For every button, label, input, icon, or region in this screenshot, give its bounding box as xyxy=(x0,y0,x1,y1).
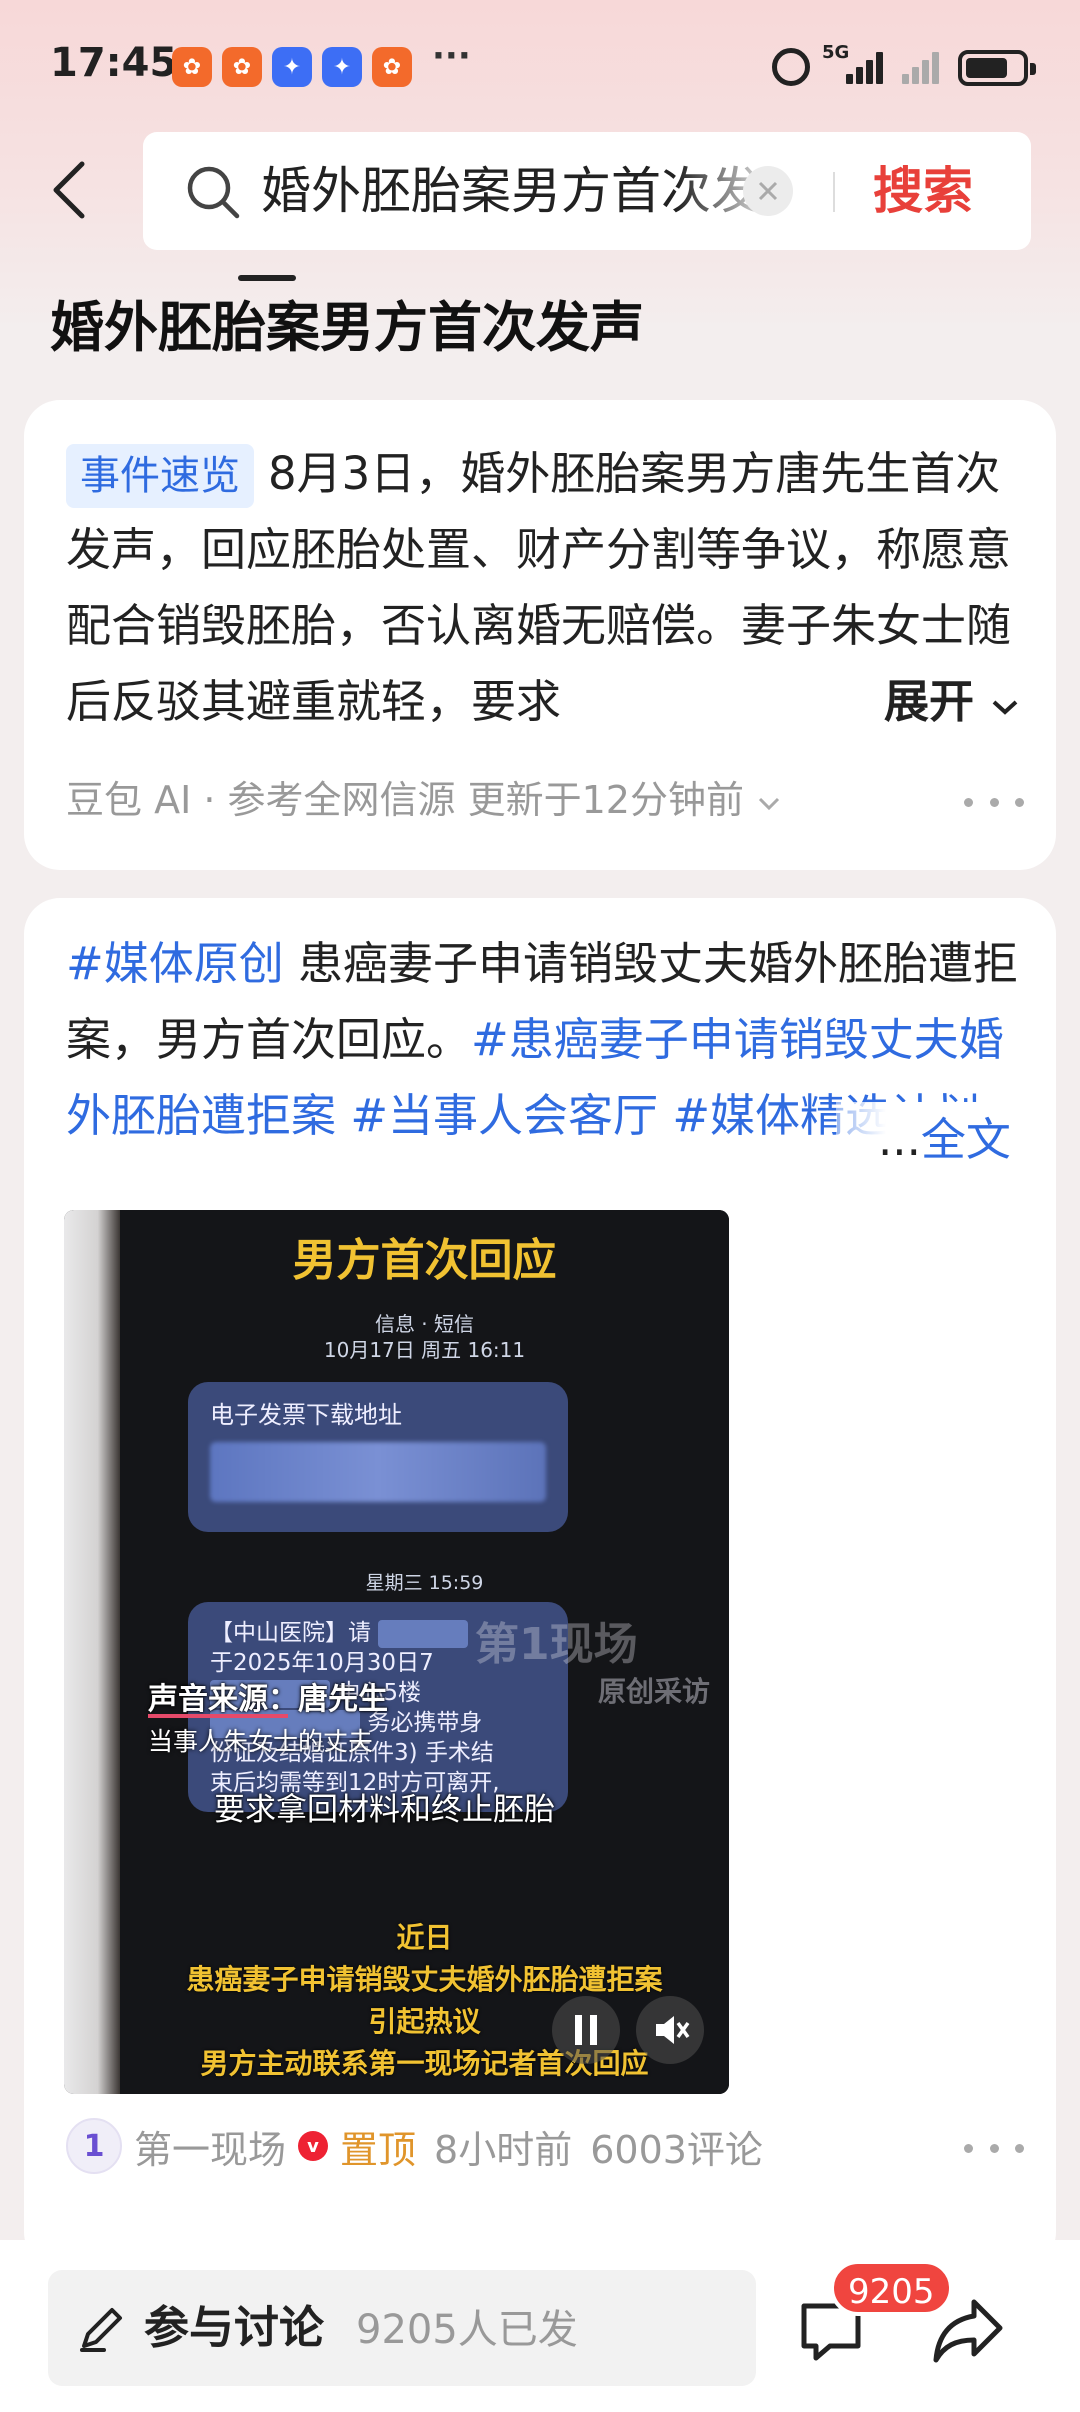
search-input[interactable]: 婚外胚胎案男方首次发声 xyxy=(261,158,781,224)
video-sms-header: 信息 · 短信 xyxy=(374,1312,475,1336)
video-frame: 男方首次回应 信息 · 短信 10月17日 周五 16:11 电子发票下载地址 … xyxy=(120,1210,729,2094)
author-name[interactable]: 第一现场 xyxy=(134,2119,286,2174)
video-subtitle-source: 声音来源：唐先生 xyxy=(148,1682,388,1717)
more-options-icon[interactable] xyxy=(964,792,1024,812)
video-edge xyxy=(64,1210,120,2094)
video-player[interactable]: 男方首次回应 信息 · 短信 10月17日 周五 16:11 电子发票下载地址 … xyxy=(64,1210,729,2094)
avatar[interactable]: 1 xyxy=(66,2118,122,2174)
video-watermark: 第1现场 xyxy=(475,1619,638,1670)
summary-card: 事件速览 8月3日，婚外胚胎案男方唐先生首次发声，回应胚胎处置、财产分割等争议，称… xyxy=(24,400,1056,870)
post-meta: 1 第一现场 v 置顶 8小时前 6003评论 xyxy=(66,2116,763,2176)
app-orange-icon: ✿ xyxy=(372,47,412,87)
alarm-icon xyxy=(772,48,810,86)
ellipsis: ... xyxy=(878,1113,921,1166)
post-time: 8小时前 xyxy=(434,2127,573,2172)
event-tag: 事件速览 xyxy=(66,444,254,508)
source-text: 豆包 AI · 参考全网信源 更新于12分钟前 xyxy=(66,778,744,822)
subtitle-underline xyxy=(148,1714,288,1718)
app-blue-icon: ✦ xyxy=(322,47,362,87)
signal-icon xyxy=(840,48,888,84)
mute-icon[interactable] xyxy=(636,1996,704,2064)
video-caption: 男方主动联系第一现场记者首次回应 xyxy=(200,2047,649,2080)
pinned-label: 置顶 xyxy=(340,2127,417,2172)
hashtag[interactable]: #当事人会客 xyxy=(336,1089,613,1142)
search-icon xyxy=(187,166,240,219)
signal-2-icon xyxy=(898,48,946,84)
video-caption: 患癌妻子申请销毁丈夫婚外胚胎遭拒案 xyxy=(186,1963,663,1996)
more-notifications-icon: ··· xyxy=(432,36,471,76)
video-sms-time: 星期三 15:59 xyxy=(365,1572,484,1594)
pause-icon[interactable] xyxy=(552,1996,620,2064)
tab-indicator xyxy=(238,275,296,281)
back-icon[interactable] xyxy=(40,150,100,230)
bubble-head: 【中山医院】请 xyxy=(210,1620,371,1646)
more-options-icon[interactable] xyxy=(964,2138,1024,2158)
page-title: 婚外胚胎案男方首次发声 xyxy=(50,296,644,359)
expand-button[interactable]: 展开 xyxy=(836,664,1032,740)
app-orange-icon: ✿ xyxy=(172,47,212,87)
video-sms-date: 10月17日 周五 16:11 xyxy=(323,1338,526,1362)
battery-icon xyxy=(958,50,1036,86)
bottom-bar: 参与讨论 9205人已发 9205 xyxy=(0,2240,1080,2412)
hashtag[interactable]: #媒体原创 xyxy=(66,937,284,990)
divider xyxy=(833,172,835,212)
comment-count[interactable]: 6003评论 xyxy=(590,2119,763,2174)
search-bar: 婚外胚胎案男方首次发声 搜索 xyxy=(143,132,1031,250)
video-caption: 近日 xyxy=(396,1921,453,1954)
expand-label: 展开 xyxy=(884,675,975,728)
search-button[interactable]: 搜索 xyxy=(873,152,973,230)
pen-icon xyxy=(80,2308,122,2352)
full-text-link[interactable]: ...全文 xyxy=(836,1102,1036,1178)
bubble-text: 电子发票下载地址 xyxy=(210,1401,402,1429)
discuss-input[interactable]: 参与讨论 9205人已发 xyxy=(48,2270,756,2386)
full-text-label: 全文 xyxy=(920,1113,1011,1166)
video-title: 男方首次回应 xyxy=(292,1235,557,1286)
chevron-down-icon xyxy=(992,700,1018,715)
discuss-label: 参与讨论 xyxy=(144,2301,325,2354)
app-orange-icon: ✿ xyxy=(222,47,262,87)
clear-icon[interactable] xyxy=(743,166,793,216)
video-subtitle-speech: 要求拿回材料和终止胚胎 xyxy=(214,1792,555,1828)
clock: 17:45 xyxy=(50,40,178,86)
share-icon[interactable] xyxy=(930,2294,1006,2366)
chevron-down-icon[interactable] xyxy=(756,795,782,813)
post-card[interactable]: #媒体原创 患癌妻子申请销毁丈夫婚外胚胎遭拒案，男方首次回应。#患癌妻子申请销毁… xyxy=(24,898,1056,2268)
app-blue-icon: ✦ xyxy=(272,47,312,87)
video-watermark-sub: 原创采访 xyxy=(598,1675,711,1708)
status-bar: 17:45 ✿ ✿ ✦ ✦ ✿ ··· 5G xyxy=(0,0,1080,135)
video-subtitle-role: 当事人朱女士的丈夫 xyxy=(148,1727,374,1756)
verified-icon: v xyxy=(298,2131,329,2161)
discuss-count: 9205人已发 xyxy=(356,2307,578,2353)
summary-source: 豆包 AI · 参考全网信源 更新于12分钟前 xyxy=(66,770,782,830)
video-sms-bubble: 电子发票下载地址 xyxy=(188,1382,568,1532)
